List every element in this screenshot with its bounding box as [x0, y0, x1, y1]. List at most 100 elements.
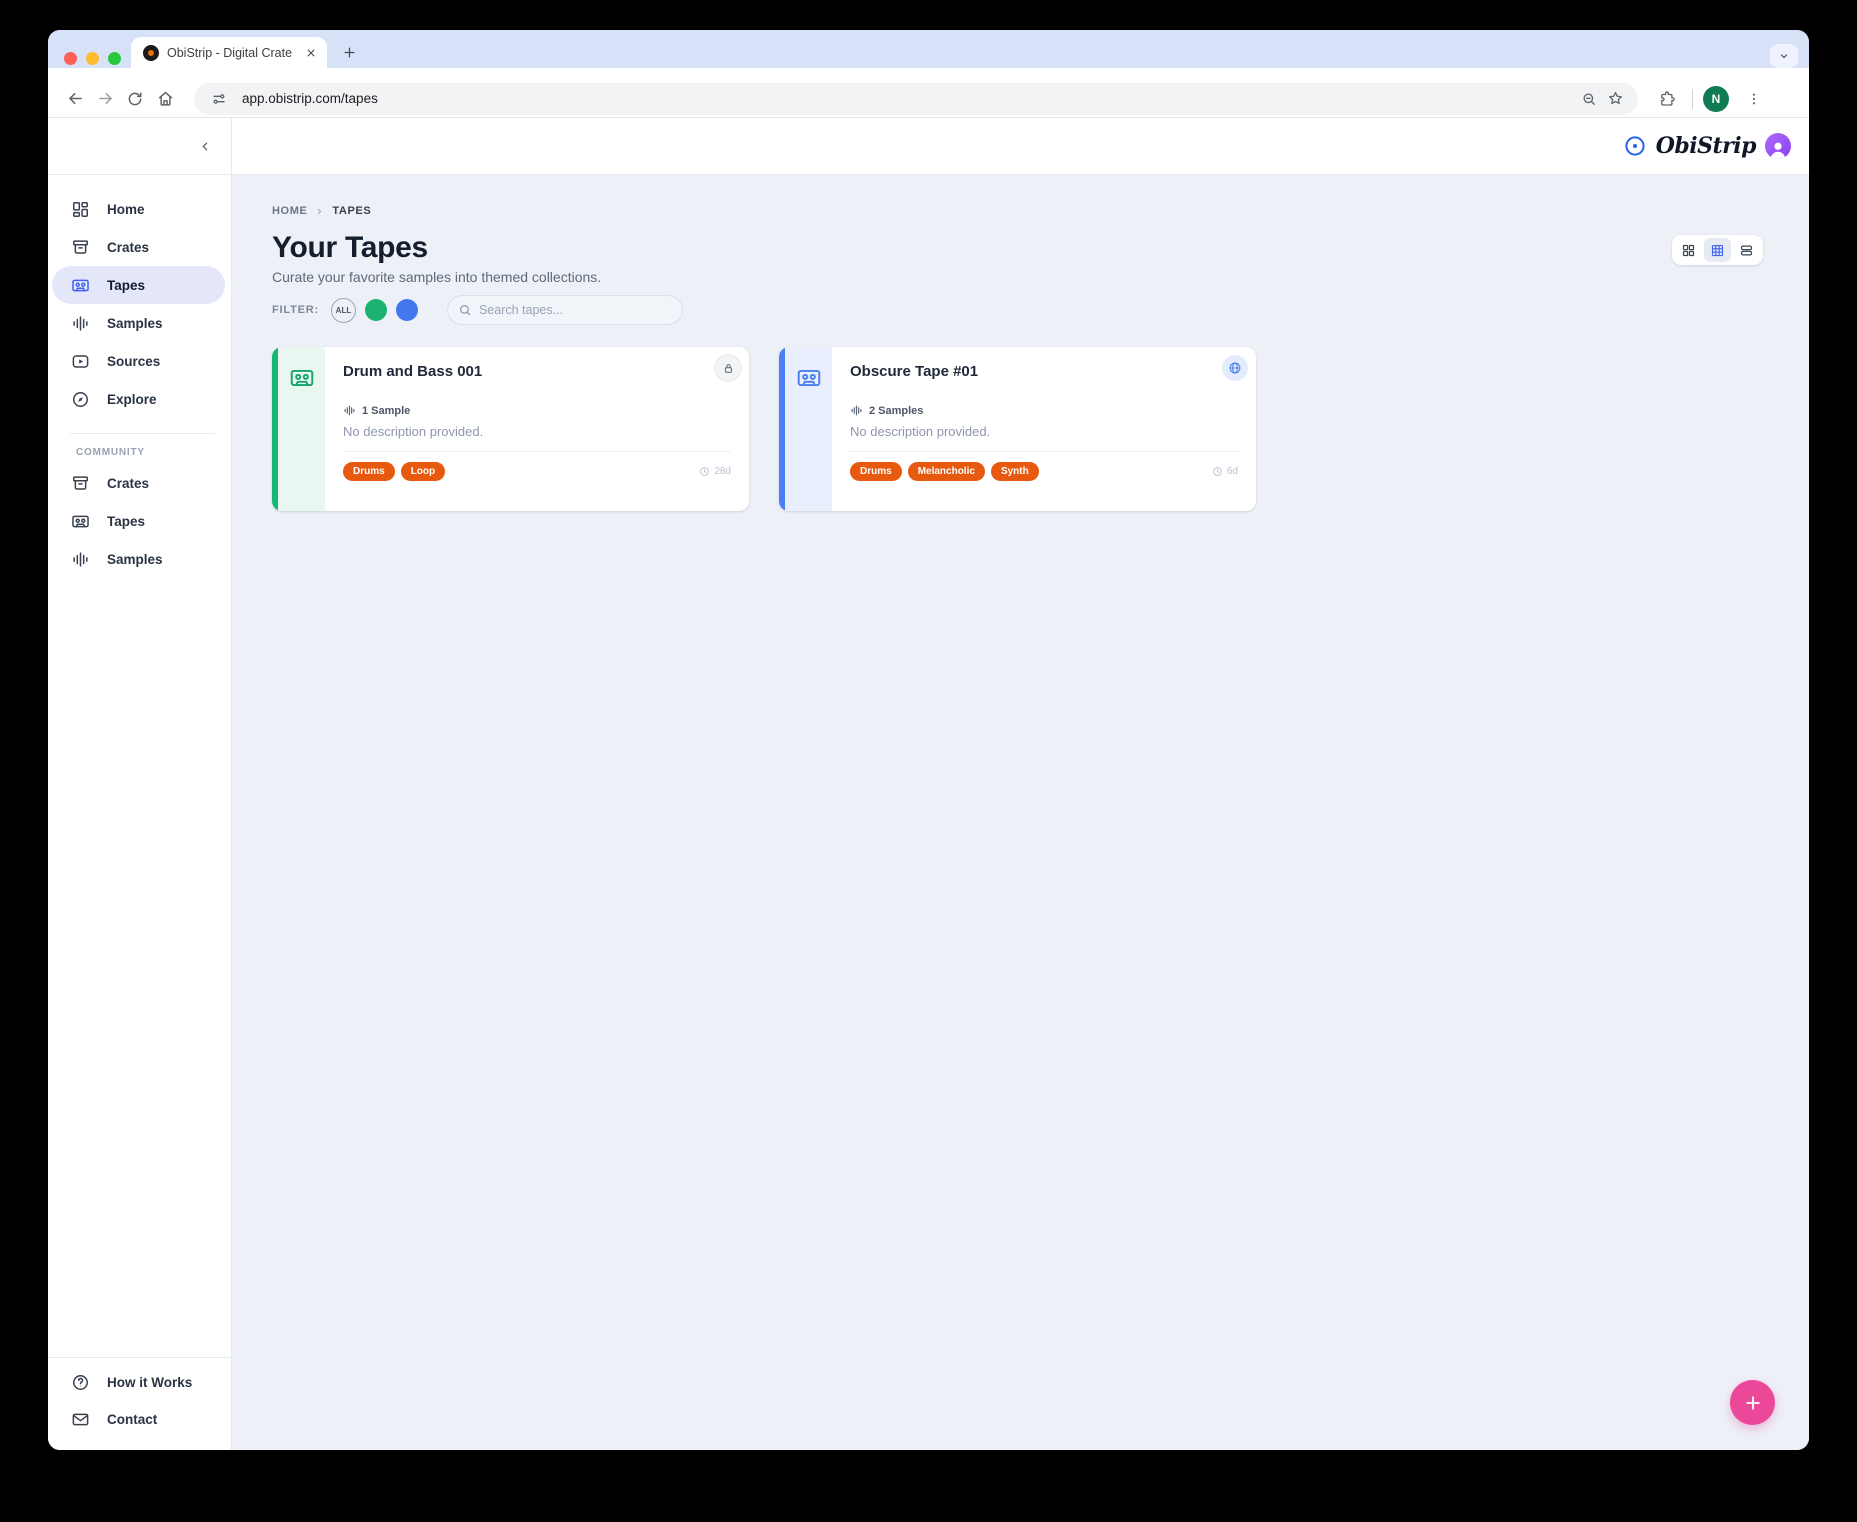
- sidebar-item-home[interactable]: Home: [48, 190, 226, 228]
- sidebar-collapse-button[interactable]: [193, 134, 217, 158]
- create-tape-button[interactable]: [1730, 1380, 1775, 1425]
- tape-card[interactable]: Drum and Bass 001 1 Sample No descriptio…: [272, 347, 749, 511]
- user-avatar[interactable]: [1765, 133, 1791, 159]
- back-button[interactable]: [60, 84, 90, 114]
- sidebar-item-crates[interactable]: Crates: [48, 228, 226, 266]
- card-body: Drum and Bass 001 1 Sample No descriptio…: [325, 347, 749, 511]
- page-content: HOME TAPES Your Tapes Curate your favori…: [232, 175, 1809, 1450]
- waveform-icon: [343, 404, 356, 417]
- toolbar-right-cluster: N: [1652, 84, 1769, 114]
- filter-label: FILTER:: [272, 304, 319, 316]
- chevron-right-icon: [315, 207, 324, 216]
- tape-title: Drum and Bass 001: [343, 363, 731, 380]
- sidebar-item-how-it-works[interactable]: How it Works: [48, 1364, 226, 1401]
- grid-small-view-icon[interactable]: [1675, 238, 1702, 262]
- sidebar-item-sources[interactable]: Sources: [48, 342, 226, 380]
- reload-button[interactable]: [120, 84, 150, 114]
- grid-view-icon[interactable]: [1704, 238, 1731, 262]
- cassette-icon: [796, 365, 822, 391]
- bookmark-star-icon[interactable]: [1602, 86, 1628, 112]
- card-footer: Drums Loop 28d: [343, 462, 731, 481]
- sidebar-item-community-crates[interactable]: Crates: [48, 464, 226, 502]
- sidebar-item-contact[interactable]: Contact: [48, 1401, 226, 1438]
- cassette-icon: [289, 365, 315, 391]
- sidebar-item-explore[interactable]: Explore: [48, 380, 226, 418]
- sidebar-item-label: Tapes: [107, 278, 145, 293]
- view-toggle: [1672, 235, 1763, 265]
- tab-close-icon[interactable]: [303, 45, 319, 61]
- url-bar[interactable]: app.obistrip.com/tapes: [194, 83, 1638, 115]
- tape-card-grid: Drum and Bass 001 1 Sample No descriptio…: [272, 347, 1763, 511]
- card-divider: [850, 451, 1238, 452]
- tag-list: Drums Loop: [343, 462, 699, 481]
- sidebar-item-samples[interactable]: Samples: [48, 304, 226, 342]
- card-body: Obscure Tape #01 2 Samples No descriptio…: [832, 347, 1256, 511]
- updated-age: 6d: [1212, 466, 1238, 477]
- home-button[interactable]: [150, 84, 180, 114]
- browser-menu-icon[interactable]: [1739, 84, 1769, 114]
- filter-green-dot[interactable]: [365, 299, 387, 321]
- sidebar-item-label: Sources: [107, 354, 160, 369]
- community-section-label: COMMUNITY: [76, 447, 231, 458]
- card-icon-panel: [785, 347, 832, 511]
- window-controls: [64, 52, 121, 65]
- brand-logo[interactable]: ObiStrip: [1656, 133, 1756, 159]
- browser-tab[interactable]: ObiStrip - Digital Crate Digge: [131, 37, 327, 68]
- tab-title: ObiStrip - Digital Crate Digge: [167, 46, 295, 60]
- clock-icon: [699, 466, 710, 477]
- updated-age-label: 6d: [1227, 466, 1238, 477]
- search-input[interactable]: [479, 303, 672, 317]
- tag-pill: Melancholic: [908, 462, 985, 481]
- page-subtitle: Curate your favorite samples into themed…: [272, 269, 1763, 285]
- sidebar-item-label: Samples: [107, 552, 163, 567]
- visibility-globe-button[interactable]: [1222, 355, 1248, 381]
- tape-card[interactable]: Obscure Tape #01 2 Samples No descriptio…: [779, 347, 1256, 511]
- cassette-icon: [70, 275, 90, 295]
- breadcrumb-home-link[interactable]: HOME: [272, 205, 307, 217]
- main-area: ObiStrip HOME TAPES Your Tapes Curate yo…: [232, 118, 1809, 1450]
- plus-icon: [1743, 1393, 1763, 1413]
- url-text[interactable]: app.obistrip.com/tapes: [242, 91, 1576, 106]
- sidebar-item-label: Contact: [107, 1412, 157, 1427]
- zoom-indicator-icon[interactable]: [1576, 86, 1602, 112]
- visibility-lock-button[interactable]: [715, 355, 741, 381]
- forward-button[interactable]: [90, 84, 120, 114]
- close-window-button[interactable]: [64, 52, 77, 65]
- tag-pill: Drums: [343, 462, 395, 481]
- dashboard-icon: [70, 199, 90, 219]
- sidebar-item-community-tapes[interactable]: Tapes: [48, 502, 226, 540]
- crate-icon: [70, 237, 90, 257]
- sidebar-item-tapes[interactable]: Tapes: [52, 266, 225, 304]
- browser-window: ObiStrip - Digital Crate Digge: [48, 30, 1809, 1450]
- search-box: [447, 295, 683, 325]
- sample-count-label: 2 Samples: [869, 405, 923, 417]
- app-shell: Home Crates Tapes Samples Sources: [48, 118, 1809, 1450]
- site-settings-icon[interactable]: [206, 86, 232, 112]
- updated-age-label: 28d: [714, 466, 731, 477]
- sidebar-item-label: Crates: [107, 476, 149, 491]
- sidebar-footer: How it Works Contact: [48, 1357, 231, 1450]
- sidebar: Home Crates Tapes Samples Sources: [48, 118, 232, 1450]
- crate-icon: [70, 473, 90, 493]
- sample-count-label: 1 Sample: [362, 405, 410, 417]
- clock-icon: [1212, 466, 1223, 477]
- site-favicon-icon: [143, 45, 159, 61]
- filter-all-chip[interactable]: ALL: [331, 298, 356, 323]
- minimize-window-button[interactable]: [86, 52, 99, 65]
- sidebar-item-label: Tapes: [107, 514, 145, 529]
- cassette-icon: [70, 511, 90, 531]
- browser-toolbar: app.obistrip.com/tapes N: [48, 68, 1809, 118]
- browser-profile-avatar[interactable]: N: [1703, 86, 1729, 112]
- waveform-icon: [70, 313, 90, 333]
- breadcrumb-current: TAPES: [332, 205, 371, 217]
- play-box-icon: [70, 351, 90, 371]
- list-view-icon[interactable]: [1733, 238, 1760, 262]
- sidebar-nav: Home Crates Tapes Samples Sources: [48, 175, 231, 1357]
- extensions-icon[interactable]: [1652, 84, 1682, 114]
- tab-search-chevron-button[interactable]: [1770, 44, 1798, 68]
- new-tab-button[interactable]: [335, 38, 363, 66]
- filter-blue-dot[interactable]: [396, 299, 418, 321]
- app-header: ObiStrip: [232, 118, 1809, 175]
- sidebar-item-community-samples[interactable]: Samples: [48, 540, 226, 578]
- fullscreen-window-button[interactable]: [108, 52, 121, 65]
